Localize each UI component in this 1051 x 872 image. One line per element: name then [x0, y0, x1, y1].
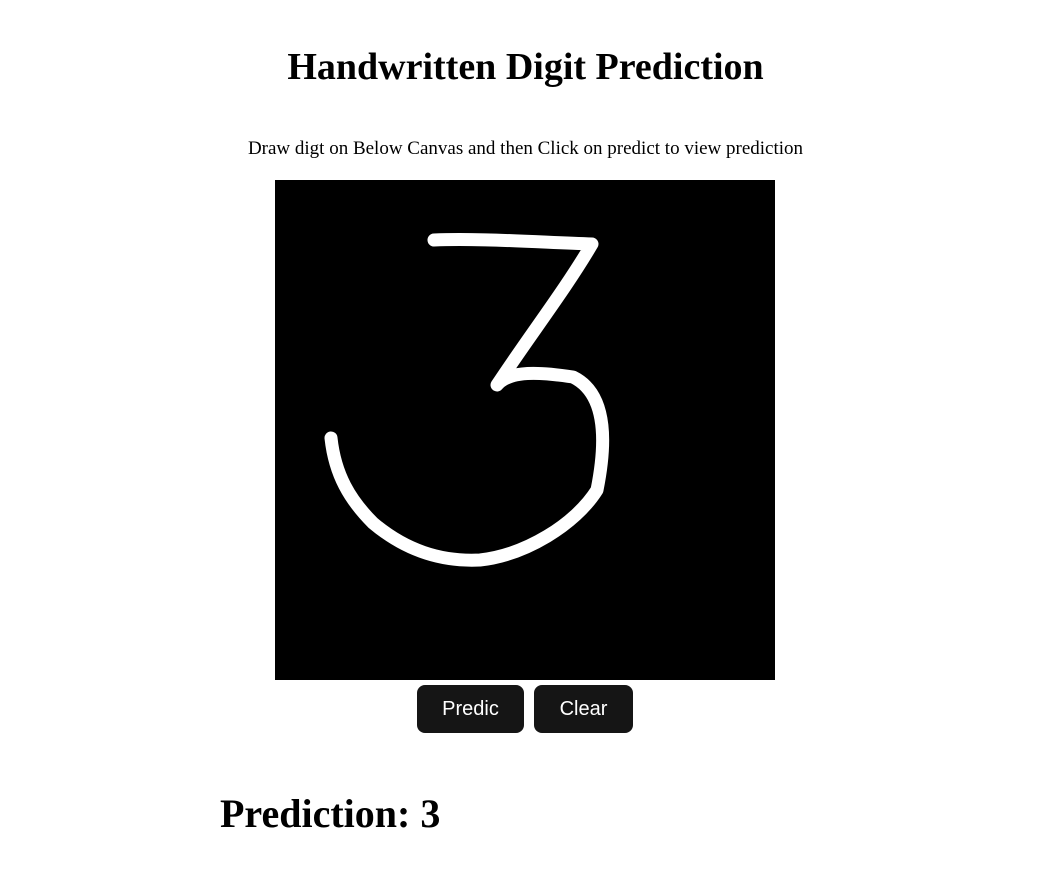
- clear-button[interactable]: Clear: [534, 685, 633, 733]
- prediction-label: Prediction:: [220, 791, 411, 836]
- drawn-digit-stroke: [324, 232, 610, 567]
- page-title: Handwritten Digit Prediction: [287, 46, 764, 88]
- instructions-text: Draw digt on Below Canvas and then Click…: [247, 138, 804, 159]
- prediction-result: Prediction: 3: [220, 789, 440, 839]
- prediction-value: 3: [420, 791, 441, 836]
- drawing-canvas[interactable]: [275, 180, 775, 680]
- predict-button[interactable]: Predic: [417, 685, 524, 733]
